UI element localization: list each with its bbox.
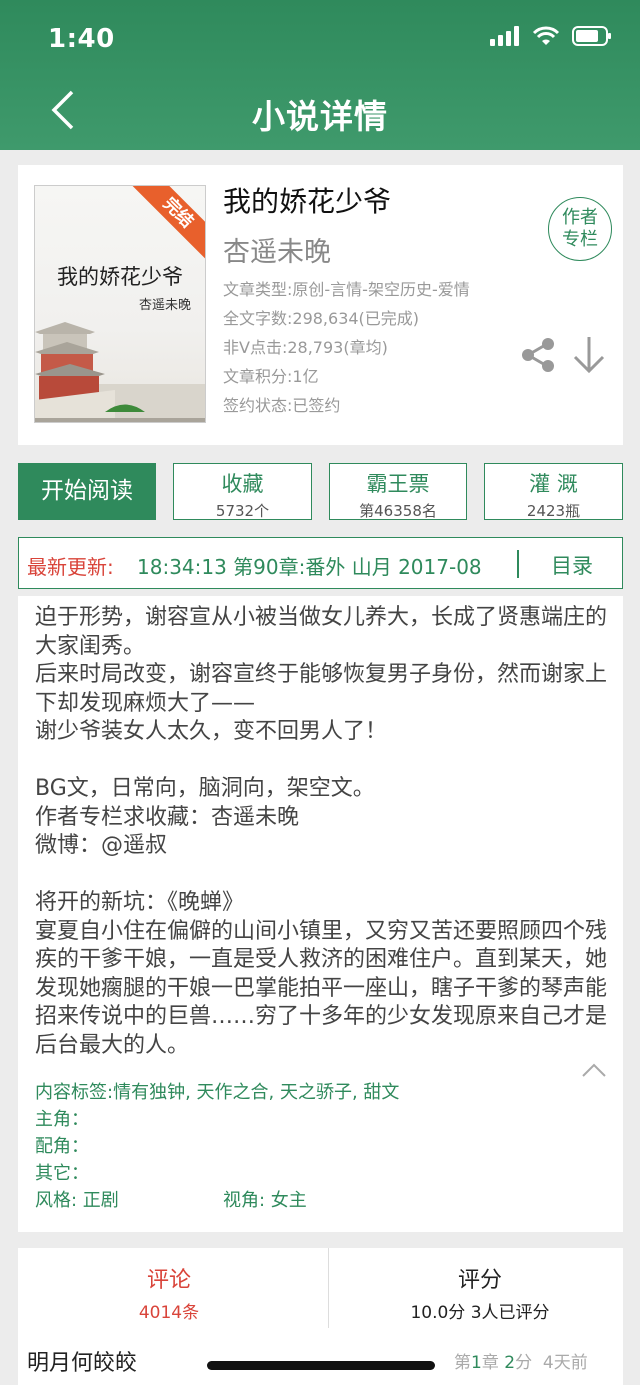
comments-label: 评论 (146, 1268, 191, 1293)
book-cover[interactable]: 完结 我的娇花少爷 杏遥未晚 (34, 185, 206, 423)
desc-paragraph: 谢少爷装女人太久，变不回男人了！ (35, 719, 388, 744)
collapse-chevron-icon[interactable] (581, 1062, 607, 1078)
app-header: 1:40 小说详情 (0, 0, 640, 150)
author-badge-line1: 作者 (562, 207, 598, 228)
comments-tab[interactable]: 评论 4014条 (18, 1248, 320, 1328)
desc-paragraph (35, 861, 610, 890)
book-type: 文章类型:原创-言情-架空历史-爱情 (223, 280, 470, 299)
book-author[interactable]: 杏遥未晚 (223, 230, 331, 269)
update-label: 最新更新: (27, 555, 114, 579)
comment-time: 4天前 (542, 1353, 588, 1373)
book-score: 文章积分:1亿 (223, 367, 319, 386)
download-icon[interactable] (571, 335, 607, 375)
author-column-button[interactable]: 作者 专栏 (548, 197, 612, 261)
irrigate-count: 2423瓶 (526, 502, 581, 520)
home-indicator[interactable] (207, 1361, 435, 1370)
rating-label: 评分 (457, 1268, 502, 1293)
irrigate-label: 灌 溉 (529, 472, 578, 496)
chapter-prefix: 第 (454, 1353, 471, 1373)
desc-paragraph: 宴夏自小住在偏僻的山间小镇里，又穷又苦还要照顾四个残疾的干爹干娘，一直是受人救济… (35, 918, 608, 1058)
cover-ribbon: 完结 (129, 186, 205, 262)
desc-paragraph: 微博：@遥叔 (35, 833, 168, 858)
marquee-cursor (517, 550, 519, 578)
book-title: 我的娇花少爷 (223, 185, 392, 218)
style-view-row: 风格: 正剧 视角: 女主 (35, 1187, 399, 1214)
rating-value: 10.0分 3人已评分 (410, 1303, 550, 1323)
content-tags[interactable]: 内容标签:情有独钟, 天作之合, 天之骄子, 甜文 (35, 1079, 399, 1106)
signal-icon (490, 26, 519, 46)
lead-roles: 主角： (35, 1109, 89, 1130)
chapter-mid: 章 (481, 1353, 505, 1373)
book-contract: 签约状态:已签约 (223, 396, 341, 415)
desc-paragraph: 迫于形势，谢容宣从小被当做女儿养大，长成了贤惠端庄的大家闺秀。 (35, 605, 608, 659)
desc-paragraph: 将开的新坑：《晚蝉》 (35, 890, 245, 915)
page-title: 小说详情 (252, 97, 388, 136)
other-info: 其它： (35, 1163, 89, 1184)
description-card: 迫于形势，谢容宣从小被当做女儿养大，长成了贤惠端庄的大家闺秀。 后来时局改变，谢… (18, 596, 623, 1232)
tags-section: 内容标签:情有独钟, 天作之合, 天之骄子, 甜文 主角： 配角： 其它： 风格… (35, 1079, 399, 1214)
status-time: 1:40 (48, 24, 115, 54)
start-reading-button[interactable]: 开始阅读 (18, 463, 156, 520)
style-tag: 风格: 正剧 (35, 1190, 119, 1211)
update-text[interactable]: 18:34:13 第90章:番外 山月 2017-08 (137, 551, 519, 580)
wifi-icon (532, 26, 560, 45)
book-clicks: 非V点击:28,793(章均) (223, 338, 388, 357)
support-roles: 配角： (35, 1136, 89, 1157)
irrigate-button[interactable]: 灌 溉 2423瓶 (484, 463, 623, 520)
latest-update-bar[interactable]: 最新更新: 18:34:13 第90章:番外 山月 2017-08 目录 (18, 537, 623, 589)
comment-score: 2 (504, 1353, 516, 1373)
desc-paragraph (35, 747, 610, 776)
chapter-number: 1 (471, 1353, 482, 1373)
share-icon[interactable] (520, 337, 556, 373)
rating-tab[interactable]: 评分 10.0分 3人已评分 (329, 1248, 631, 1328)
ticket-rank: 第46358名 (359, 502, 437, 520)
book-word-count: 全文字数:298,634(已完成) (223, 309, 420, 328)
battery-icon (572, 26, 611, 46)
desc-paragraph: 后来时局改变，谢容宣终于能够恢复男子身份，然而谢家上下却发现麻烦大了—— (35, 662, 608, 716)
status-icons (490, 26, 612, 46)
desc-paragraph: BG文，日常向，脑洞向，架空文。 (35, 776, 375, 801)
collect-button[interactable]: 收藏 5732个 (173, 463, 312, 520)
ticket-button[interactable]: 霸王票 第46358名 (329, 463, 467, 520)
book-info-card: 完结 我的娇花少爷 杏遥未晚 我的娇花少爷 杏遥未晚 文章类型:原创-言情-架空… (18, 165, 623, 445)
desc-paragraph: 作者专栏求收藏：杏遥未晚 (35, 804, 300, 830)
collect-label: 收藏 (221, 472, 264, 496)
collect-count: 5732个 (215, 502, 270, 520)
toc-button[interactable]: 目录 (551, 550, 593, 580)
cover-palace-art (35, 322, 205, 422)
view-tag: 视角: 女主 (223, 1190, 307, 1211)
comments-count: 4014条 (138, 1303, 200, 1323)
comment-username[interactable]: 明月何皎皎 (27, 1345, 137, 1377)
description-text: 迫于形势，谢容宣从小被当做女儿养大，长成了贤惠端庄的大家闺秀。 后来时局改变，谢… (35, 604, 610, 1060)
score-suffix: 分 (515, 1353, 533, 1373)
ticket-label: 霸王票 (366, 472, 430, 496)
author-badge-line2: 专栏 (562, 229, 598, 250)
comment-meta: 第1章 2分 4天前 (454, 1348, 588, 1373)
